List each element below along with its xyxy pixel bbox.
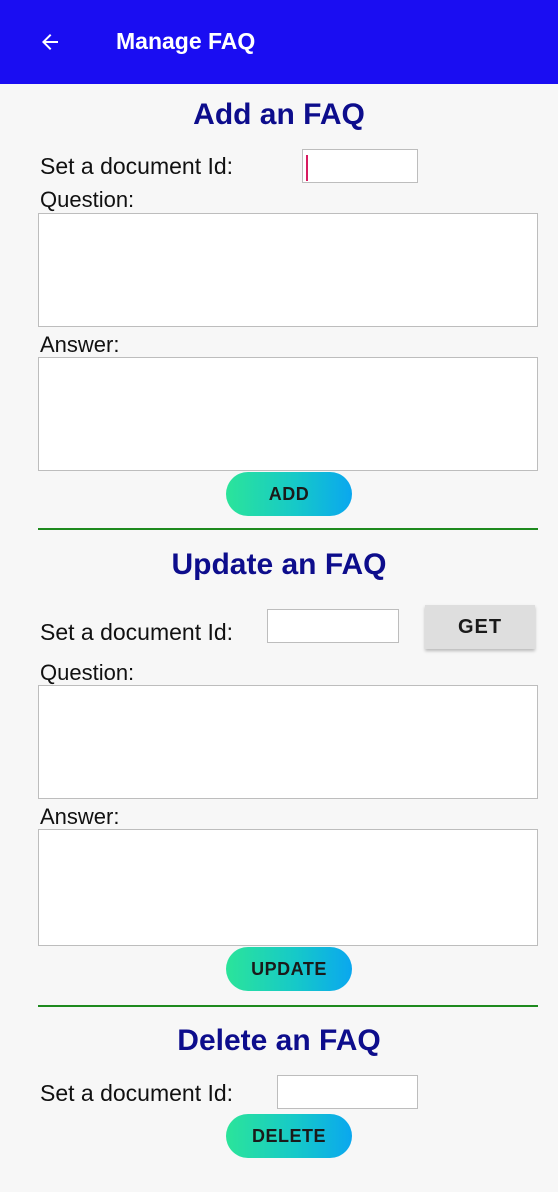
app-bar: Manage FAQ — [0, 0, 558, 84]
get-button[interactable]: GET — [425, 605, 535, 649]
add-question-label: Question: — [40, 187, 135, 212]
update-answer-label: Answer: — [40, 804, 120, 829]
add-answer-input[interactable] — [38, 357, 538, 471]
section-divider — [38, 528, 538, 530]
update-doc-id-input[interactable] — [267, 609, 399, 643]
update-answer-input[interactable] — [38, 829, 538, 946]
text-caret — [306, 155, 308, 181]
update-section-title: Update an FAQ — [171, 548, 387, 581]
update-question-label: Question: — [40, 660, 135, 685]
add-doc-id-label: Set a document Id: — [40, 153, 234, 179]
back-button[interactable] — [30, 22, 70, 62]
add-section-title: Add an FAQ — [193, 98, 365, 131]
delete-button[interactable]: DELETE — [226, 1114, 352, 1158]
add-doc-id-input[interactable] — [302, 149, 418, 183]
update-question-input[interactable] — [38, 685, 538, 799]
add-doc-id-wrapper — [302, 149, 418, 183]
delete-doc-id-input[interactable] — [277, 1075, 418, 1109]
section-divider — [38, 1005, 538, 1007]
add-question-input[interactable] — [38, 213, 538, 327]
update-button[interactable]: UPDATE — [226, 947, 352, 991]
arrow-left-icon — [42, 34, 58, 50]
add-button[interactable]: ADD — [226, 472, 352, 516]
update-doc-id-label: Set a document Id: — [40, 619, 234, 645]
delete-doc-id-label: Set a document Id: — [40, 1080, 234, 1106]
add-answer-label: Answer: — [40, 332, 120, 357]
delete-section-title: Delete an FAQ — [177, 1024, 381, 1057]
app-bar-title: Manage FAQ — [116, 28, 256, 54]
